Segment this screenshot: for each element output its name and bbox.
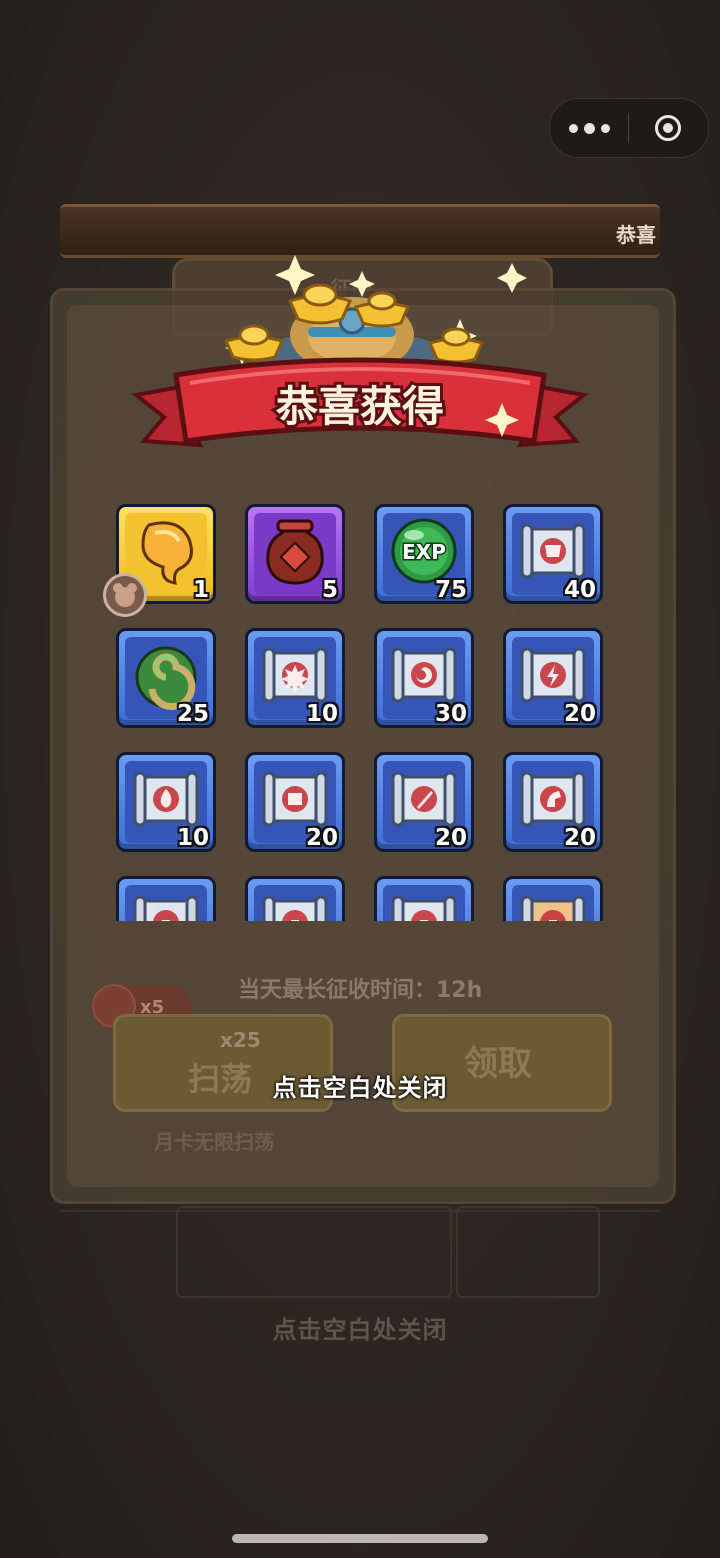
reward-item[interactable]: [116, 876, 216, 921]
monthly-card-text: 月卡无限扫荡: [154, 1130, 274, 1154]
reward-item[interactable]: EXP 75: [374, 504, 474, 604]
top-banner-text: 恭喜: [616, 223, 656, 247]
reward-item[interactable]: 20: [503, 752, 603, 852]
reward-item[interactable]: 30: [374, 628, 474, 728]
reward-item[interactable]: 10: [245, 628, 345, 728]
reward-item[interactable]: [503, 876, 603, 921]
item-quantity: 20: [305, 825, 338, 851]
item-quantity: 10: [305, 701, 338, 727]
item-quantity: 30: [434, 701, 467, 727]
background-box-left: [176, 1206, 452, 1298]
item-quantity: 25: [176, 701, 209, 727]
close-miniprogram-icon[interactable]: [629, 99, 707, 157]
item-quantity: 1: [192, 577, 209, 603]
sweep-cost: x25: [220, 1028, 261, 1052]
item-quantity: 10: [176, 825, 209, 851]
reward-item[interactable]: 20: [374, 752, 474, 852]
item-quantity: 5: [321, 577, 338, 603]
reward-item[interactable]: 5: [245, 504, 345, 604]
item-quantity: 20: [434, 825, 467, 851]
background-close-hint: 点击空白处关闭: [272, 1316, 448, 1344]
close-hint[interactable]: 点击空白处关闭: [0, 1068, 720, 1103]
more-icon[interactable]: [550, 99, 628, 157]
reward-item[interactable]: 40: [503, 504, 603, 604]
max-time-text: 当天最长征收时间：12h: [238, 978, 483, 1003]
reward-item[interactable]: 10: [116, 752, 216, 852]
item-quantity: 20: [563, 701, 596, 727]
reward-header: 恭喜获得: [131, 255, 589, 448]
reward-item[interactable]: 25: [116, 628, 216, 728]
item-quantity: 75: [434, 577, 467, 603]
reward-item[interactable]: 20: [503, 628, 603, 728]
top-banner: 恭喜: [60, 204, 660, 258]
owner-badge-icon: [103, 573, 147, 617]
miniprogram-capsule: [549, 98, 709, 158]
reward-grid: 1 5 EXP 75 40 25 10 30 20 10 20 20 20: [112, 502, 612, 921]
item-quantity: 20: [563, 825, 596, 851]
reward-item[interactable]: [374, 876, 474, 921]
home-indicator[interactable]: [232, 1534, 488, 1543]
reward-title: 恭喜获得: [275, 382, 444, 431]
reward-item[interactable]: 20: [245, 752, 345, 852]
reward-item[interactable]: [245, 876, 345, 921]
background-box-right: [456, 1206, 600, 1298]
svg-text:EXP: EXP: [402, 540, 446, 564]
item-quantity: 40: [563, 577, 596, 603]
